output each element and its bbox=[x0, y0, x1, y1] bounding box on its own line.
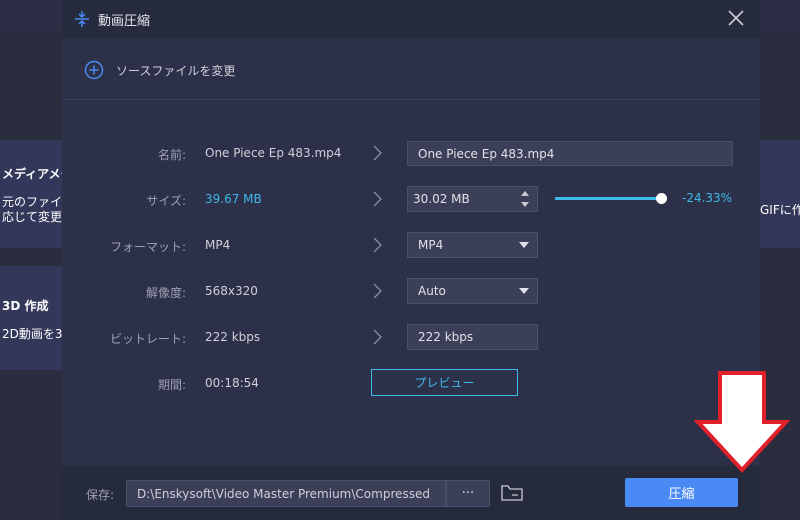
change-source-file-button[interactable]: ソースファイルを変更 bbox=[84, 58, 235, 82]
divider bbox=[62, 99, 760, 100]
bitrate-label: ビットレート: bbox=[109, 332, 186, 346]
source-name-value: One Piece Ep 483.mp4 bbox=[205, 146, 342, 160]
source-format-value: MP4 bbox=[205, 238, 231, 252]
add-circle-icon bbox=[84, 60, 104, 80]
size-slider-thumb[interactable] bbox=[656, 193, 668, 204]
output-resolution-value: Auto bbox=[418, 284, 446, 298]
background-card-3d bbox=[0, 266, 62, 370]
resolution-label: 解像度: bbox=[145, 286, 186, 300]
background-card-metadata-line2: 応じて変更 bbox=[2, 210, 63, 224]
output-bitrate-value: 222 kbps bbox=[418, 330, 474, 344]
name-label: 名前: bbox=[157, 148, 186, 162]
output-bitrate-field[interactable]: 222 kbps bbox=[407, 324, 538, 350]
output-resolution-select[interactable]: Auto bbox=[407, 278, 538, 304]
open-folder-icon[interactable] bbox=[500, 483, 524, 503]
decrease-size-button[interactable] bbox=[521, 202, 529, 207]
dialog-title: 動画圧縮 bbox=[98, 14, 151, 29]
dialog-footer: 保存: D:\Enskysoft\Video Master Premium\Co… bbox=[62, 465, 760, 520]
chevron-right-icon bbox=[373, 191, 382, 207]
output-size-stepper[interactable]: 30.02 MB bbox=[407, 186, 538, 212]
compress-video-dialog: 動画圧縮 ソースファイルを変更 名前: One Piece Ep 483.mp4… bbox=[62, 0, 790, 520]
save-path-field[interactable]: D:\Enskysoft\Video Master Premium\Compre… bbox=[126, 480, 446, 507]
output-size-value: 30.02 MB bbox=[413, 192, 470, 206]
background-card-gif bbox=[760, 140, 800, 248]
source-bitrate-value: 222 kbps bbox=[205, 330, 261, 344]
output-name-value: One Piece Ep 483.mp4 bbox=[418, 146, 555, 161]
duration-label: 期間: bbox=[157, 378, 186, 392]
background-card-gif-text: GIFに作 bbox=[760, 203, 800, 217]
compress-icon bbox=[75, 11, 89, 27]
dialog-titlebar: 動画圧縮 bbox=[62, 0, 760, 38]
size-reduction-percent: -24.33% bbox=[682, 191, 733, 205]
chevron-right-icon bbox=[373, 329, 382, 345]
duration-value: 00:18:54 bbox=[205, 376, 259, 390]
caret-down-icon bbox=[519, 288, 529, 294]
close-icon[interactable] bbox=[726, 8, 746, 28]
size-label: サイズ: bbox=[146, 194, 186, 208]
change-source-file-label: ソースファイルを変更 bbox=[116, 63, 236, 78]
chevron-right-icon bbox=[373, 145, 382, 161]
source-size-value: 39.67 MB bbox=[205, 192, 262, 206]
browse-more-button[interactable]: ··· bbox=[446, 480, 490, 507]
chevron-right-icon bbox=[373, 237, 382, 253]
background-card-3d-title: 3D 作成 bbox=[2, 299, 49, 313]
output-format-value: MP4 bbox=[418, 238, 444, 252]
output-format-select[interactable]: MP4 bbox=[407, 232, 538, 258]
save-path-value: D:\Enskysoft\Video Master Premium\Compre… bbox=[137, 486, 430, 501]
format-label: フォーマット: bbox=[109, 240, 186, 254]
output-name-field[interactable]: One Piece Ep 483.mp4 bbox=[407, 141, 733, 166]
preview-button[interactable]: プレビュー bbox=[371, 369, 518, 396]
increase-size-button[interactable] bbox=[521, 191, 529, 196]
red-down-arrow-annotation bbox=[694, 371, 790, 473]
size-slider-track[interactable] bbox=[555, 197, 662, 200]
compress-button[interactable]: 圧縮 bbox=[625, 478, 738, 507]
save-label: 保存: bbox=[86, 488, 115, 502]
more-dots-icon: ··· bbox=[461, 486, 475, 501]
chevron-right-icon bbox=[373, 283, 382, 299]
source-resolution-value: 568x320 bbox=[205, 284, 258, 298]
background-card-3d-line1: 2D動画を3 bbox=[2, 327, 63, 341]
caret-down-icon bbox=[519, 242, 529, 248]
